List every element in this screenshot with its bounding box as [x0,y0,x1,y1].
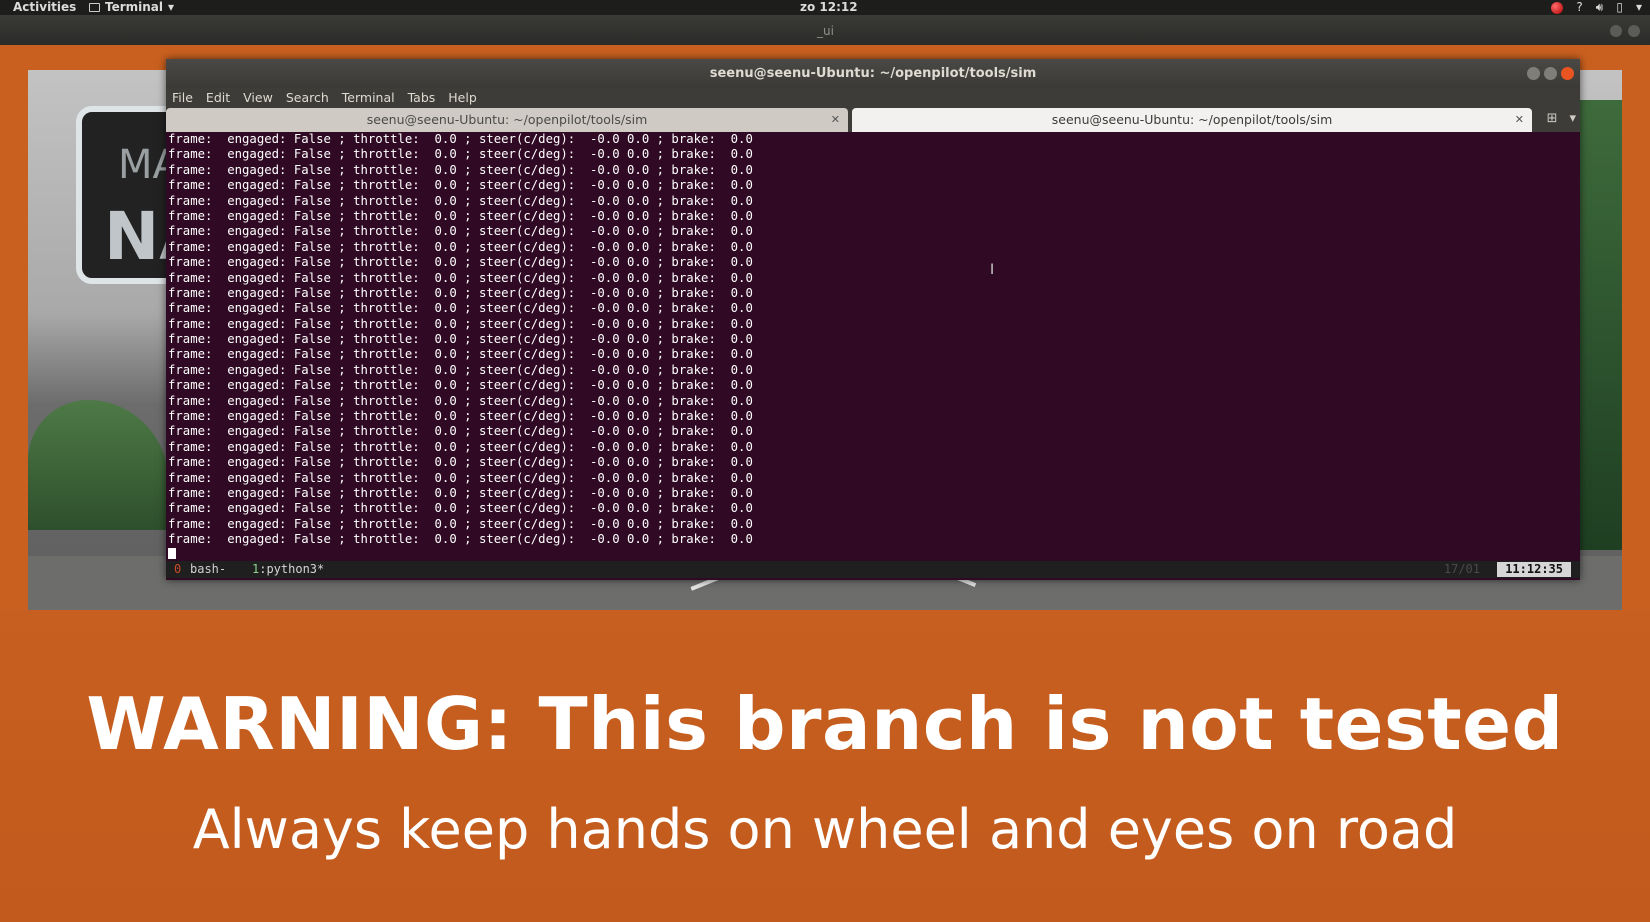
status-time: 11:12:35 [1497,562,1571,577]
status-window-0-index: 0 [174,562,182,576]
terminal-output-line: frame: engaged: False ; throttle: 0.0 ; … [168,516,753,531]
tab-1-close-icon[interactable]: ✕ [831,108,840,132]
status-window-0-label: bash- [190,562,227,576]
system-tray[interactable]: ? 🔊︎ ▯ ▾ [1551,0,1642,15]
menu-search[interactable]: Search [286,88,329,108]
menu-edit[interactable]: Edit [206,88,230,108]
warning-headline: WARNING: This branch is not tested [86,682,1564,766]
terminal-output-line: frame: engaged: False ; throttle: 0.0 ; … [168,470,753,485]
terminal-output-line: frame: engaged: False ; throttle: 0.0 ; … [168,532,753,547]
terminal-output-line: frame: engaged: False ; throttle: 0.0 ; … [168,239,753,254]
clock[interactable]: zo 12:12 [800,0,858,15]
terminal-output-line: frame: engaged: False ; throttle: 0.0 ; … [168,362,753,377]
terminal-titlebar[interactable]: seenu@seenu-Ubuntu: ~/openpilot/tools/si… [166,59,1580,88]
terminal-output-line: frame: engaged: False ; throttle: 0.0 ; … [168,393,753,408]
outer-window-title: _ui [817,24,834,38]
menu-terminal[interactable]: Terminal [342,88,395,108]
menu-view[interactable]: View [243,88,273,108]
terminal-output-line: frame: engaged: False ; throttle: 0.0 ; … [168,439,753,454]
terminal-output-line: frame: engaged: False ; throttle: 0.0 ; … [168,378,753,393]
tab-2-close-icon[interactable]: ✕ [1515,108,1524,132]
terminal-icon [89,3,100,12]
menu-file[interactable]: File [172,88,193,108]
terminal-output-line: frame: engaged: False ; throttle: 0.0 ; … [168,455,753,470]
gnome-top-bar: Activities Terminal ▾ zo 12:12 ? 🔊︎ ▯ ▾ [0,0,1650,15]
terminal-output-line: frame: engaged: False ; throttle: 0.0 ; … [168,132,753,146]
terminal-title: seenu@seenu-Ubuntu: ~/openpilot/tools/si… [709,66,1037,81]
volume-icon[interactable]: 🔊︎ [1596,0,1604,15]
trees-left [28,400,168,530]
outer-minimize-button[interactable] [1610,25,1622,37]
terminal-output-line: frame: engaged: False ; throttle: 0.0 ; … [168,208,753,223]
terminal-output-line: frame: engaged: False ; throttle: 0.0 ; … [168,193,753,208]
help-icon[interactable]: ? [1576,0,1582,15]
terminal-output-line: frame: engaged: False ; throttle: 0.0 ; … [168,224,753,239]
caret-down-icon: ▾ [168,0,175,14]
app-menu-terminal[interactable]: Terminal ▾ [89,0,174,15]
block-cursor [168,548,176,559]
terminal-output-line: frame: engaged: False ; throttle: 0.0 ; … [168,270,753,285]
terminal-output-line: frame: engaged: False ; throttle: 0.0 ; … [168,424,753,439]
outer-window-titlebar[interactable]: _ui [0,15,1650,45]
terminal-output-line: frame: engaged: False ; throttle: 0.0 ; … [168,316,753,331]
terminal-output-line: frame: engaged: False ; throttle: 0.0 ; … [168,501,753,516]
maximize-button[interactable] [1544,67,1557,80]
terminal-output[interactable]: frame: engaged: False ; throttle: 0.0 ; … [166,132,1580,559]
terminal-output-line: frame: engaged: False ; throttle: 0.0 ; … [168,332,753,347]
status-window-1-label: :python3* [259,562,325,576]
tab-2-label: seenu@seenu-Ubuntu: ~/openpilot/tools/si… [1051,112,1333,127]
terminal-tabbar: seenu@seenu-Ubuntu: ~/openpilot/tools/si… [166,108,1580,132]
menu-help[interactable]: Help [448,88,477,108]
app-menu-label: Terminal [105,0,164,14]
terminal-output-line: frame: engaged: False ; throttle: 0.0 ; … [168,147,753,162]
close-button[interactable] [1561,67,1574,80]
activities-button[interactable]: Activities [13,0,76,15]
tab-1-label: seenu@seenu-Ubuntu: ~/openpilot/tools/si… [366,112,648,127]
tab-tools: ⊞ ▾ [1547,111,1576,126]
system-menu-caret-icon[interactable]: ▾ [1636,0,1642,15]
terminal-output-line: frame: engaged: False ; throttle: 0.0 ; … [168,285,753,300]
terminal-menubar: File Edit View Search Terminal Tabs Help [166,88,1580,108]
minimize-button[interactable] [1527,67,1540,80]
outer-close-button[interactable] [1628,25,1640,37]
status-window-1: 1:python3* [252,561,324,578]
status-dim-text: 17/01 [1443,562,1480,576]
terminal-prompt-line[interactable] [166,548,1580,559]
terminal-output-line: frame: engaged: False ; throttle: 0.0 ; … [168,178,753,193]
warning-banner: WARNING: This branch is not tested Alway… [0,610,1650,922]
terminal-output-line: frame: engaged: False ; throttle: 0.0 ; … [168,255,753,270]
text-cursor-ibeam-icon: I [990,262,995,278]
terminal-window[interactable]: seenu@seenu-Ubuntu: ~/openpilot/tools/si… [166,59,1580,580]
battery-icon[interactable]: ▯ [1616,0,1623,15]
warning-subline: Always keep hands on wheel and eyes on r… [192,798,1458,861]
tab-1[interactable]: seenu@seenu-Ubuntu: ~/openpilot/tools/si… [166,108,848,132]
record-icon[interactable] [1551,1,1564,14]
tmux-status-bar: 0 bash- 1:python3* 17/01 11:12:35 [166,561,1580,578]
terminal-output-line: frame: engaged: False ; throttle: 0.0 ; … [168,409,753,424]
tab-list-caret-icon[interactable]: ▾ [1569,111,1576,126]
terminal-output-line: frame: engaged: False ; throttle: 0.0 ; … [168,485,753,500]
new-tab-icon[interactable]: ⊞ [1547,111,1558,126]
tab-2[interactable]: seenu@seenu-Ubuntu: ~/openpilot/tools/si… [852,108,1532,132]
terminal-output-line: frame: engaged: False ; throttle: 0.0 ; … [168,162,753,177]
terminal-output-line: frame: engaged: False ; throttle: 0.0 ; … [168,301,753,316]
terminal-output-line: frame: engaged: False ; throttle: 0.0 ; … [168,347,753,362]
menu-tabs[interactable]: Tabs [408,88,436,108]
